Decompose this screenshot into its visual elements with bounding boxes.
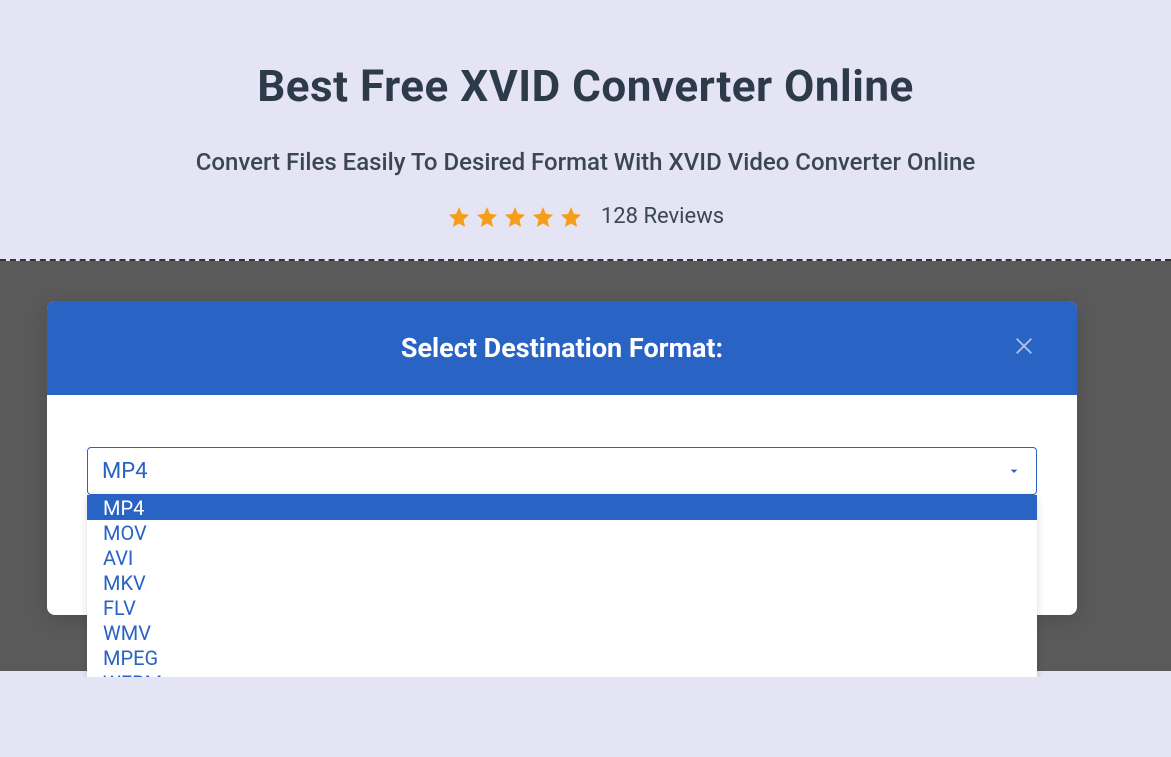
star-icon [531,205,555,229]
header-area: Best Free XVID Converter Online Convert … [0,0,1171,259]
page-title: Best Free XVID Converter Online [40,60,1131,112]
format-option[interactable]: FLV [87,595,1037,620]
page-subtitle: Convert Files Easily To Desired Format W… [40,148,1131,176]
modal-body: MP4 MP4 MOV AVI MKV FLV WMV MPEG WEBM OG… [47,395,1077,615]
star-icon [503,205,527,229]
modal-title: Select Destination Format: [401,332,723,364]
star-icon [447,205,471,229]
format-option[interactable]: MKV [87,570,1037,595]
format-select[interactable]: MP4 [87,447,1037,495]
format-option[interactable]: MOV [87,520,1037,545]
close-icon [1013,335,1035,357]
format-option[interactable]: MPEG [87,645,1037,670]
bottom-area [0,677,1171,757]
reviews-count-text: 128 Reviews [601,204,724,229]
close-button[interactable] [1013,335,1035,361]
reviews-row: 128 Reviews [40,204,1131,229]
chevron-down-icon [1006,463,1022,479]
star-icon [559,205,583,229]
select-value: MP4 [102,459,147,484]
star-icon [475,205,499,229]
format-modal: Select Destination Format: MP4 MP4 MOV A… [47,301,1077,615]
modal-header: Select Destination Format: [47,301,1077,395]
format-option[interactable]: AVI [87,545,1037,570]
format-option[interactable]: MP4 [87,495,1037,520]
main-backdrop: Select Destination Format: MP4 MP4 MOV A… [0,261,1171,671]
stars-container [447,205,583,229]
format-option[interactable]: WMV [87,620,1037,645]
